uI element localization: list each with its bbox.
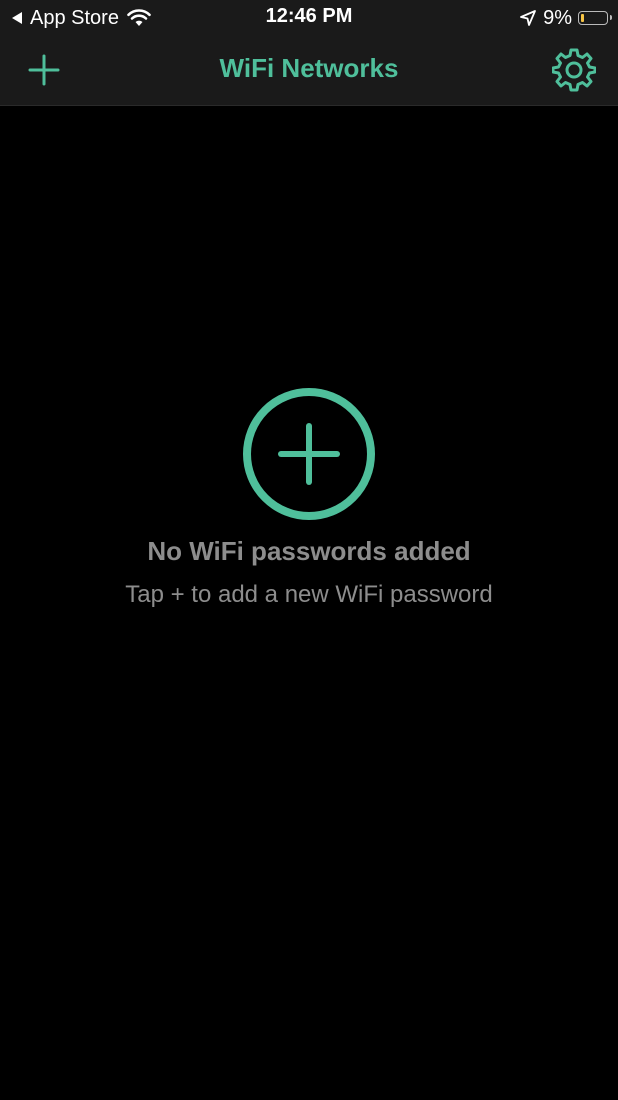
gear-icon [552,48,596,92]
battery-percent: 9% [543,6,572,29]
settings-button[interactable] [552,48,596,92]
plus-circle-icon [243,388,375,520]
empty-state: No WiFi passwords added Tap + to add a n… [0,386,618,609]
navigation-bar: WiFi Networks [0,36,618,106]
status-right: 9% [519,5,612,31]
battery-icon [578,11,612,25]
location-arrow-icon [520,10,536,26]
page-title: WiFi Networks [219,53,399,83]
empty-state-title: No WiFi passwords added [147,536,471,566]
battery-level-fill [581,14,584,22]
empty-state-subtitle: Tap + to add a new WiFi password [125,581,493,608]
status-bar: App Store 12:46 PM 9% [0,0,618,36]
add-wifi-password-button[interactable] [241,386,377,522]
